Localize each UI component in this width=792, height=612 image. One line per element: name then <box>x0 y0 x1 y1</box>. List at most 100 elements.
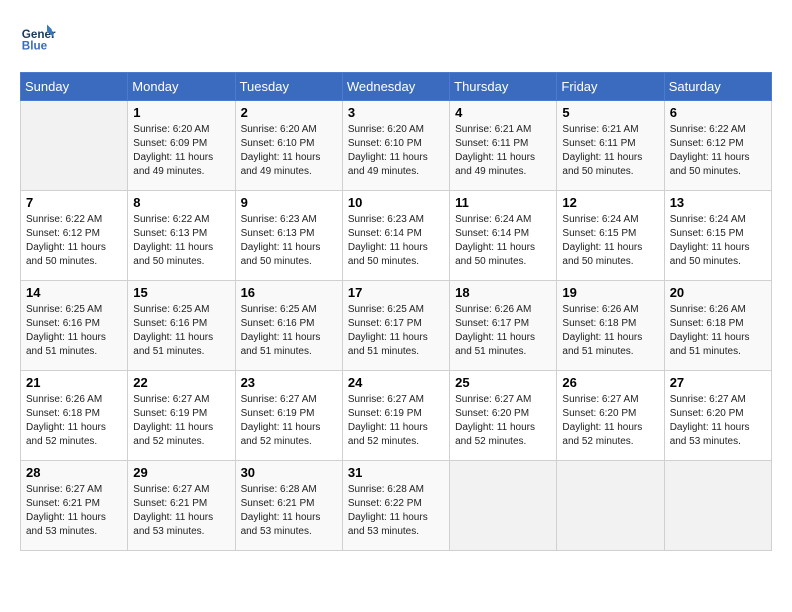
calendar-cell: 27 Sunrise: 6:27 AM Sunset: 6:20 PM Dayli… <box>664 371 771 461</box>
calendar-cell <box>557 461 664 551</box>
day-info: Sunrise: 6:27 AM Sunset: 6:20 PM Dayligh… <box>455 393 551 449</box>
day-header-friday: Friday <box>557 73 664 101</box>
day-info: Sunrise: 6:22 AM Sunset: 6:12 PM Dayligh… <box>26 213 122 269</box>
day-info: Sunrise: 6:24 AM Sunset: 6:15 PM Dayligh… <box>670 213 766 269</box>
calendar-cell: 5Sunrise: 6:21 AM Sunset: 6:11 PM Daylig… <box>557 101 664 191</box>
day-number: 31 <box>348 465 444 480</box>
logo-icon: General Blue <box>20 20 56 56</box>
day-number: 7 <box>26 195 122 210</box>
day-number: 18 <box>455 285 551 300</box>
calendar-week-3: 14 Sunrise: 6:25 AM Sunset: 6:16 PM Dayli… <box>21 281 772 371</box>
day-header-monday: Monday <box>128 73 235 101</box>
calendar-week-4: 21 Sunrise: 6:26 AM Sunset: 6:18 PM Dayli… <box>21 371 772 461</box>
day-info: Sunrise: 6:20 AM Sunset: 6:09 PM Dayligh… <box>133 123 229 179</box>
calendar-cell: 2 Sunrise: 6:20 AM Sunset: 6:10 PM Daylig… <box>235 101 342 191</box>
calendar-cell: 18 Sunrise: 6:26 AM Sunset: 6:17 PM Dayli… <box>450 281 557 371</box>
day-header-thursday: Thursday <box>450 73 557 101</box>
calendar-cell: 28 Sunrise: 6:27 AM Sunset: 6:21 PM Dayli… <box>21 461 128 551</box>
day-info: Sunrise: 6:20 AM Sunset: 6:10 PM Dayligh… <box>241 123 337 179</box>
day-number: 2 <box>241 105 337 120</box>
calendar-cell: 15 Sunrise: 6:25 AM Sunset: 6:16 PM Dayli… <box>128 281 235 371</box>
calendar-table: SundayMondayTuesdayWednesdayThursdayFrid… <box>20 72 772 551</box>
day-info: Sunrise: 6:25 AM Sunset: 6:16 PM Dayligh… <box>133 303 229 359</box>
calendar-cell: 3 Sunrise: 6:20 AM Sunset: 6:10 PM Daylig… <box>342 101 449 191</box>
day-info: Sunrise: 6:27 AM Sunset: 6:20 PM Dayligh… <box>562 393 658 449</box>
day-number: 8 <box>133 195 229 210</box>
day-number: 28 <box>26 465 122 480</box>
day-info: Sunrise: 6:25 AM Sunset: 6:16 PM Dayligh… <box>241 303 337 359</box>
day-info: Sunrise: 6:23 AM Sunset: 6:13 PM Dayligh… <box>241 213 337 269</box>
calendar-cell: 4Sunrise: 6:21 AM Sunset: 6:11 PM Daylig… <box>450 101 557 191</box>
calendar-cell: 22 Sunrise: 6:27 AM Sunset: 6:19 PM Dayli… <box>128 371 235 461</box>
calendar-cell: 26 Sunrise: 6:27 AM Sunset: 6:20 PM Dayli… <box>557 371 664 461</box>
calendar-week-5: 28 Sunrise: 6:27 AM Sunset: 6:21 PM Dayli… <box>21 461 772 551</box>
day-number: 30 <box>241 465 337 480</box>
calendar-cell <box>21 101 128 191</box>
calendar-cell <box>450 461 557 551</box>
day-info: Sunrise: 6:23 AM Sunset: 6:14 PM Dayligh… <box>348 213 444 269</box>
day-number: 13 <box>670 195 766 210</box>
day-info: Sunrise: 6:26 AM Sunset: 6:18 PM Dayligh… <box>26 393 122 449</box>
day-number: 15 <box>133 285 229 300</box>
day-info: Sunrise: 6:27 AM Sunset: 6:19 PM Dayligh… <box>241 393 337 449</box>
calendar-cell: 12 Sunrise: 6:24 AM Sunset: 6:15 PM Dayli… <box>557 191 664 281</box>
calendar-cell: 7 Sunrise: 6:22 AM Sunset: 6:12 PM Daylig… <box>21 191 128 281</box>
day-info: Sunrise: 6:26 AM Sunset: 6:17 PM Dayligh… <box>455 303 551 359</box>
day-info: Sunrise: 6:24 AM Sunset: 6:14 PM Dayligh… <box>455 213 551 269</box>
day-number: 29 <box>133 465 229 480</box>
logo: General Blue <box>20 20 62 56</box>
calendar-cell: 30 Sunrise: 6:28 AM Sunset: 6:21 PM Dayli… <box>235 461 342 551</box>
calendar-week-1: 1 Sunrise: 6:20 AM Sunset: 6:09 PM Daylig… <box>21 101 772 191</box>
calendar-cell: 6Sunrise: 6:22 AM Sunset: 6:12 PM Daylig… <box>664 101 771 191</box>
calendar-cell: 17Sunrise: 6:25 AM Sunset: 6:17 PM Dayli… <box>342 281 449 371</box>
calendar-cell: 31 Sunrise: 6:28 AM Sunset: 6:22 PM Dayli… <box>342 461 449 551</box>
day-number: 22 <box>133 375 229 390</box>
calendar-cell: 23 Sunrise: 6:27 AM Sunset: 6:19 PM Dayli… <box>235 371 342 461</box>
day-number: 20 <box>670 285 766 300</box>
day-info: Sunrise: 6:28 AM Sunset: 6:22 PM Dayligh… <box>348 483 444 539</box>
calendar-cell: 16Sunrise: 6:25 AM Sunset: 6:16 PM Dayli… <box>235 281 342 371</box>
day-info: Sunrise: 6:24 AM Sunset: 6:15 PM Dayligh… <box>562 213 658 269</box>
day-number: 3 <box>348 105 444 120</box>
day-info: Sunrise: 6:25 AM Sunset: 6:17 PM Dayligh… <box>348 303 444 359</box>
day-info: Sunrise: 6:28 AM Sunset: 6:21 PM Dayligh… <box>241 483 337 539</box>
day-number: 23 <box>241 375 337 390</box>
day-number: 14 <box>26 285 122 300</box>
calendar-cell: 9 Sunrise: 6:23 AM Sunset: 6:13 PM Daylig… <box>235 191 342 281</box>
day-number: 25 <box>455 375 551 390</box>
day-header-saturday: Saturday <box>664 73 771 101</box>
calendar-cell: 29 Sunrise: 6:27 AM Sunset: 6:21 PM Dayli… <box>128 461 235 551</box>
calendar-cell: 21 Sunrise: 6:26 AM Sunset: 6:18 PM Dayli… <box>21 371 128 461</box>
day-info: Sunrise: 6:27 AM Sunset: 6:19 PM Dayligh… <box>133 393 229 449</box>
day-number: 27 <box>670 375 766 390</box>
calendar-cell: 24 Sunrise: 6:27 AM Sunset: 6:19 PM Dayli… <box>342 371 449 461</box>
day-number: 21 <box>26 375 122 390</box>
page-header: General Blue <box>20 20 772 56</box>
svg-text:Blue: Blue <box>22 40 48 53</box>
day-info: Sunrise: 6:27 AM Sunset: 6:20 PM Dayligh… <box>670 393 766 449</box>
day-info: Sunrise: 6:27 AM Sunset: 6:21 PM Dayligh… <box>133 483 229 539</box>
calendar-cell: 13 Sunrise: 6:24 AM Sunset: 6:15 PM Dayli… <box>664 191 771 281</box>
day-number: 10 <box>348 195 444 210</box>
calendar-cell: 19Sunrise: 6:26 AM Sunset: 6:18 PM Dayli… <box>557 281 664 371</box>
day-info: Sunrise: 6:25 AM Sunset: 6:16 PM Dayligh… <box>26 303 122 359</box>
day-info: Sunrise: 6:21 AM Sunset: 6:11 PM Dayligh… <box>562 123 658 179</box>
day-number: 9 <box>241 195 337 210</box>
calendar-cell: 10 Sunrise: 6:23 AM Sunset: 6:14 PM Dayli… <box>342 191 449 281</box>
day-info: Sunrise: 6:22 AM Sunset: 6:13 PM Dayligh… <box>133 213 229 269</box>
day-info: Sunrise: 6:20 AM Sunset: 6:10 PM Dayligh… <box>348 123 444 179</box>
day-info: Sunrise: 6:27 AM Sunset: 6:21 PM Dayligh… <box>26 483 122 539</box>
day-header-tuesday: Tuesday <box>235 73 342 101</box>
day-number: 1 <box>133 105 229 120</box>
day-number: 26 <box>562 375 658 390</box>
day-number: 11 <box>455 195 551 210</box>
calendar-cell: 11 Sunrise: 6:24 AM Sunset: 6:14 PM Dayli… <box>450 191 557 281</box>
day-info: Sunrise: 6:27 AM Sunset: 6:19 PM Dayligh… <box>348 393 444 449</box>
calendar-week-2: 7 Sunrise: 6:22 AM Sunset: 6:12 PM Daylig… <box>21 191 772 281</box>
day-number: 24 <box>348 375 444 390</box>
day-number: 19 <box>562 285 658 300</box>
day-header-wednesday: Wednesday <box>342 73 449 101</box>
day-number: 12 <box>562 195 658 210</box>
day-info: Sunrise: 6:22 AM Sunset: 6:12 PM Dayligh… <box>670 123 766 179</box>
day-number: 4 <box>455 105 551 120</box>
